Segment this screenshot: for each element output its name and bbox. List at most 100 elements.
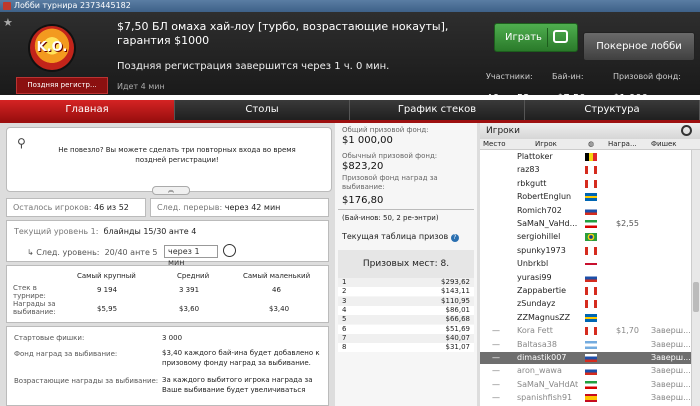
stack-stats: Самый крупный Средний Самый маленький Ст…	[6, 265, 329, 323]
prize-row: 4 $86,01	[338, 305, 474, 315]
player-name: ZZMagnusZZ	[517, 312, 571, 322]
register-icon	[553, 30, 568, 43]
player-name: Romich702	[517, 205, 562, 215]
column-place[interactable]: Место	[483, 139, 506, 150]
player-row[interactable]: spunky1973	[480, 245, 700, 257]
player-row[interactable]: yurasi99	[480, 272, 700, 284]
play-button[interactable]: Играть	[494, 23, 578, 52]
player-name: Zappabertie	[517, 286, 567, 295]
next-break: След. перерыв: через 42 мин	[150, 198, 329, 217]
ko-fund-value: $176,80	[342, 195, 384, 206]
tournament-header: ★ K.O. Поздняя регистр... $7,50 БЛ омаха…	[0, 12, 700, 104]
late-registration-info: Поздняя регистрация завершится через 1 ч…	[117, 61, 390, 72]
player-row[interactable]: Plattoker	[480, 151, 700, 163]
flag-icon	[585, 193, 597, 202]
flag-icon	[585, 166, 597, 175]
prize-row: 6 $51,69	[338, 324, 474, 334]
player-name: dimastik007	[517, 353, 567, 362]
favorite-star-icon[interactable]: ★	[3, 16, 13, 29]
column-chips[interactable]: Фишек	[651, 139, 677, 150]
flag-icon	[585, 246, 597, 255]
tab-tables[interactable]: Столы	[175, 100, 350, 120]
player-row[interactable]: Unbrkbl	[480, 258, 700, 270]
player-name: RobertEnglun	[517, 192, 572, 202]
player-name: zSundayz	[517, 299, 556, 309]
tab-stack-chart[interactable]: График стеков	[350, 100, 525, 120]
running-time: Идет 4 мин	[117, 82, 165, 91]
flag-icon	[585, 179, 597, 188]
player-row[interactable]: — spanishfish91 Заверш...	[480, 392, 700, 404]
info-icon[interactable]: ?	[450, 234, 459, 242]
late-registration-badge: Поздняя регистр...	[16, 77, 108, 94]
player-name: SaMaN_VaHd...	[517, 219, 578, 228]
prize-row: 5 $66,68	[338, 315, 474, 325]
player-row[interactable]: raz83	[480, 164, 700, 176]
flag-icon	[585, 153, 597, 161]
players-column-headers: Место Игрок ◍ Награ... Фишек	[480, 139, 700, 150]
player-name: Plattoker	[517, 152, 553, 161]
search-icon[interactable]	[681, 125, 692, 136]
flag-icon	[585, 233, 597, 242]
next-level-timer: через 1 мин	[164, 245, 218, 267]
player-row[interactable]: rbkgutt	[480, 178, 700, 190]
players-header: Игроки	[480, 123, 700, 139]
player-row[interactable]: sergiohillel	[480, 231, 700, 243]
player-name: yurasi99	[517, 272, 552, 282]
reentry-notice: ⚲ Не повезло? Вы можете сделать три повт…	[6, 127, 332, 195]
total-prize-value: $1 000,00	[342, 135, 393, 146]
player-name: SaMaN_VaHdAt	[517, 379, 579, 389]
flag-icon	[585, 220, 597, 228]
clock-icon	[223, 244, 236, 257]
window-titlebar: Лобби турнира 2373445182	[0, 0, 700, 12]
prize-row: 2 $143,11	[338, 287, 474, 297]
flag-icon	[585, 273, 597, 282]
column-player[interactable]: Игрок	[535, 139, 557, 150]
flag-icon	[585, 287, 597, 295]
regular-prize-value: $823,20	[342, 161, 384, 172]
player-row[interactable]: — Baltasa38 Заверш...	[480, 339, 700, 351]
prize-row: 7 $40,07	[338, 333, 474, 343]
flag-icon	[585, 394, 597, 403]
info-column: ⚲ Не повезло? Вы можете сделать три повт…	[3, 125, 333, 406]
player-row[interactable]: — SaMaN_VaHdAt Заверш...	[480, 379, 700, 391]
globe-icon[interactable]: ◍	[588, 139, 594, 150]
player-name: rbkgutt	[517, 178, 547, 188]
main-tabs: Главная Столы График стеков Структура	[0, 100, 700, 123]
player-name: Unbrkbl	[517, 259, 549, 269]
app-icon	[3, 2, 11, 10]
tab-main[interactable]: Главная	[0, 100, 175, 120]
tournament-title: $7,50 БЛ омаха хай-лоу [турбо, возрастаю…	[117, 20, 449, 47]
player-row[interactable]: RobertEnglun	[480, 191, 700, 203]
tab-structure[interactable]: Структура	[525, 100, 700, 120]
player-row[interactable]: SaMaN_VaHd... $2,55	[480, 218, 700, 230]
player-row[interactable]: — dimastik007 Заверш...	[480, 352, 700, 364]
prize-row: 1 $293,62	[338, 278, 474, 287]
column-bounty[interactable]: Награ...	[608, 139, 637, 150]
prize-row: 3 $110,95	[338, 296, 474, 306]
player-row[interactable]: Zappabertie	[480, 285, 700, 297]
player-row[interactable]: — aron_wawa Заверш...	[480, 365, 700, 377]
player-name: raz83	[517, 165, 540, 175]
flag-icon	[585, 367, 597, 376]
flag-icon	[585, 313, 597, 322]
player-row[interactable]: zSundayz	[480, 298, 700, 310]
antenna-icon: ⚲	[17, 136, 26, 150]
flag-icon	[585, 327, 597, 336]
prize-row: 8 $31,07	[338, 343, 474, 353]
blind-levels: Текущий уровень 1: блайнды 15/30 анте 4 …	[6, 220, 329, 267]
buyin-label: Бай-ин:	[552, 72, 584, 81]
prize-places: Призовых мест: 8.	[338, 250, 474, 278]
players-scrollbar[interactable]	[691, 150, 700, 406]
flag-icon	[585, 206, 597, 215]
prize-pool-label: Призовой фонд:	[613, 72, 681, 81]
flag-icon	[585, 340, 597, 349]
prize-column: Общий призовой фонд: $1 000,00 Обычный п…	[335, 123, 477, 406]
player-row[interactable]: Romich702	[480, 205, 700, 217]
knockout-logo: K.O.	[30, 26, 74, 70]
player-row[interactable]: — Kora Fett $1,70 Заверш...	[480, 325, 700, 337]
collapse-toggle[interactable]: ︽	[152, 186, 190, 195]
player-name: Baltasa38	[517, 339, 557, 349]
player-row[interactable]: ZZMagnusZZ	[480, 312, 700, 324]
poker-lobby-button[interactable]: Покерное лобби	[583, 32, 695, 61]
player-name: aron_wawa	[517, 366, 562, 376]
